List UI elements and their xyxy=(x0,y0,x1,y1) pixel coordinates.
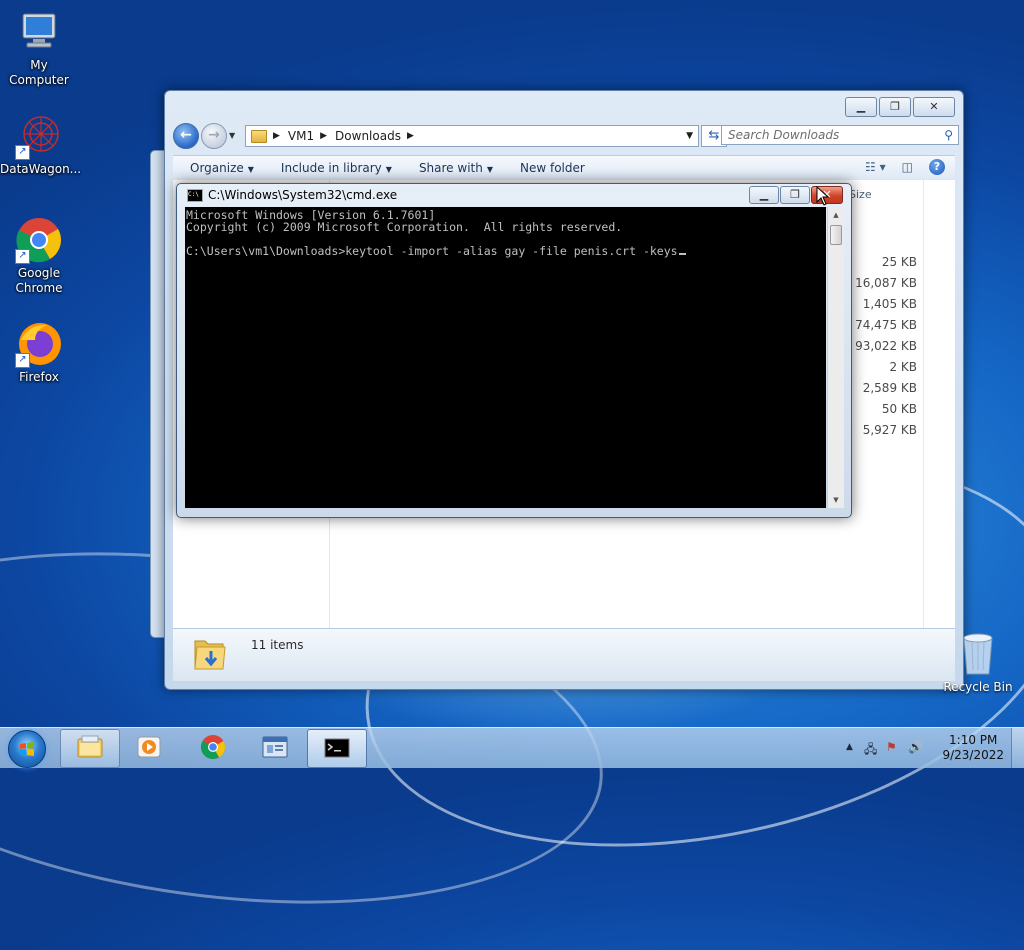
chevron-down-icon: ▼ xyxy=(486,165,493,174)
taskbar: ▲ 🖧 ⚑ 🔊 1:10 PM 9/23/2022 xyxy=(0,727,1024,768)
explorer-icon xyxy=(77,735,103,758)
chevron-right-icon[interactable]: ▶ xyxy=(320,131,327,141)
details-pane: 11 items xyxy=(173,628,955,681)
console-line: Copyright (c) 2009 Microsoft Corporation… xyxy=(186,220,623,234)
chevron-right-icon[interactable]: ▶ xyxy=(407,131,414,141)
scroll-thumb[interactable] xyxy=(830,225,842,245)
system-tray: ▲ 🖧 ⚑ 🔊 1:10 PM 9/23/2022 xyxy=(840,728,1024,768)
windows-logo-icon xyxy=(20,742,34,756)
cmd-window: C:\ C:\Windows\System32\cmd.exe ▁ ❐ ✕ Mi… xyxy=(176,183,852,518)
desktop-icon-firefox[interactable]: ↗ Firefox xyxy=(0,320,78,385)
cmd-title-bar[interactable]: C:\ C:\Windows\System32\cmd.exe xyxy=(187,188,397,202)
column-divider xyxy=(923,180,924,628)
magnifier-icon[interactable]: ⚲ xyxy=(944,126,953,145)
network-icon[interactable]: 🖧 xyxy=(864,740,877,761)
taskbar-app-window[interactable] xyxy=(246,729,304,766)
clock-date: 9/23/2022 xyxy=(942,748,1004,762)
volume-icon[interactable]: 🔊 xyxy=(908,740,923,754)
include-in-library-button[interactable]: Include in library ▼ xyxy=(281,161,392,175)
desktop-icon-label: My Computer xyxy=(9,58,69,87)
refresh-icon: ⇆ xyxy=(708,128,720,143)
help-icon[interactable]: ? xyxy=(929,159,945,175)
action-center-icon[interactable]: ⚑ xyxy=(886,740,897,754)
shortcut-arrow-icon: ↗ xyxy=(15,353,30,368)
item-count: 11 items xyxy=(251,638,304,652)
downloads-folder-icon xyxy=(193,635,227,671)
cmd-icon: C:\ xyxy=(187,188,203,202)
chevron-right-icon[interactable]: ▶ xyxy=(273,131,280,141)
breadcrumb-downloads[interactable]: Downloads xyxy=(335,129,401,143)
folder-icon xyxy=(251,129,267,143)
clock-time: 1:10 PM xyxy=(949,733,998,747)
desktop-icon-label: Recycle Bin xyxy=(943,680,1013,694)
search-input[interactable]: Search Downloads ⚲ xyxy=(721,125,959,145)
cmd-maximize-button[interactable]: ❐ xyxy=(780,186,810,204)
firefox-icon: ↗ xyxy=(15,320,63,368)
taskbar-chrome[interactable] xyxy=(184,729,242,766)
command-bar: Organize ▼ Include in library ▼ Share with… xyxy=(173,155,955,181)
show-hidden-icons-icon[interactable]: ▲ xyxy=(846,742,853,752)
recycle-bin-icon xyxy=(958,630,998,678)
computer-icon xyxy=(15,8,63,56)
maximize-button[interactable]: ❐ xyxy=(879,97,911,117)
share-with-button[interactable]: Share with ▼ xyxy=(419,161,493,175)
column-header-size[interactable]: Size xyxy=(849,188,872,201)
cmd-minimize-button[interactable]: ▁ xyxy=(749,186,779,204)
chrome-icon: ↗ xyxy=(15,216,63,264)
desktop-icon-label: Google Chrome xyxy=(15,266,63,295)
text-cursor xyxy=(678,253,686,255)
console-scrollbar[interactable]: ▲ ▼ xyxy=(827,207,844,508)
navigation-bar: ← → ▼ ▶ VM1 ▶ Downloads ▶ ▼ ⇆ Search Dow… xyxy=(173,123,959,149)
forward-button[interactable]: → xyxy=(201,123,227,149)
view-tools: ☷ ▾ ◫ ? xyxy=(865,159,945,175)
address-dropdown-icon[interactable]: ▼ xyxy=(686,131,693,141)
scroll-down-icon[interactable]: ▼ xyxy=(828,492,844,508)
close-button[interactable]: ✕ xyxy=(913,97,955,117)
preview-pane-icon[interactable]: ◫ xyxy=(902,160,913,174)
console-command: C:\Users\vm1\Downloads>keytool -import -… xyxy=(186,244,678,258)
explorer-caption-buttons: ▁ ❐ ✕ xyxy=(845,97,955,117)
cmd-title: C:\Windows\System32\cmd.exe xyxy=(208,188,398,202)
organize-button[interactable]: Organize ▼ xyxy=(190,161,254,175)
desktop-icon-recycle-bin[interactable]: Recycle Bin xyxy=(940,630,1016,694)
breadcrumb-vm1[interactable]: VM1 xyxy=(288,129,314,143)
clock[interactable]: 1:10 PM 9/23/2022 xyxy=(942,733,1004,763)
console-line: C:\Users\vm1\Downloads>keytool -import -… xyxy=(186,245,826,257)
media-player-icon xyxy=(137,736,161,758)
view-options-icon[interactable]: ☷ ▾ xyxy=(865,160,886,174)
shortcut-arrow-icon: ↗ xyxy=(15,145,30,160)
datawagon-icon: ↗ xyxy=(15,112,63,160)
start-button[interactable] xyxy=(8,730,46,768)
recent-pages-dropdown[interactable]: ▼ xyxy=(229,131,235,140)
desktop-icon-my-computer[interactable]: My Computer xyxy=(0,8,78,88)
minimize-button[interactable]: ▁ xyxy=(845,97,877,117)
chevron-down-icon: ▼ xyxy=(247,165,254,174)
scroll-up-icon[interactable]: ▲ xyxy=(828,207,844,223)
taskbar-media-player[interactable] xyxy=(120,729,178,766)
taskbar-cmd[interactable] xyxy=(307,729,367,768)
desktop-icon-label: Firefox xyxy=(19,370,59,384)
search-placeholder: Search Downloads xyxy=(728,128,840,142)
console-output[interactable]: Microsoft Windows [Version 6.1.7601] Copy… xyxy=(185,207,826,508)
back-button[interactable]: ← xyxy=(173,123,199,149)
cmd-icon xyxy=(324,738,350,758)
desktop-icon-google-chrome[interactable]: ↗ Google Chrome xyxy=(0,216,78,296)
shortcut-arrow-icon: ↗ xyxy=(15,249,30,264)
address-bar[interactable]: ▶ VM1 ▶ Downloads ▶ ▼ xyxy=(245,125,699,147)
desktop-icon-label: DataWagon... xyxy=(0,162,82,176)
chevron-down-icon: ▼ xyxy=(385,165,392,174)
window-app-icon xyxy=(262,736,288,758)
desktop-icon-datawagon[interactable]: ↗ DataWagon... xyxy=(0,112,82,177)
taskbar-explorer[interactable] xyxy=(60,729,120,768)
new-folder-button[interactable]: New folder xyxy=(520,161,585,175)
show-desktop-button[interactable] xyxy=(1011,728,1024,768)
chrome-icon xyxy=(200,735,226,760)
